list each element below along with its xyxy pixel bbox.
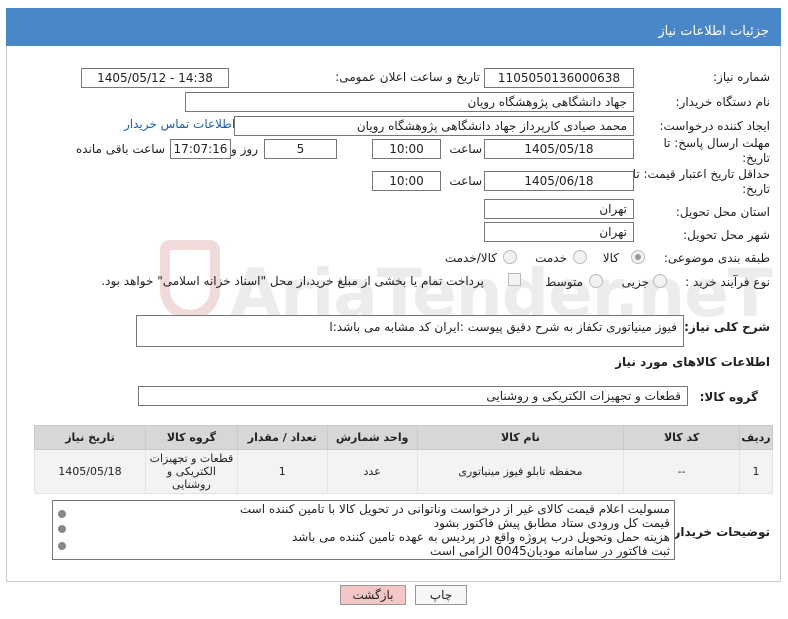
days-field: 5 xyxy=(264,139,337,159)
province-label: استان محل تحویل: xyxy=(675,205,770,219)
table-header-row: ردیف کد کالا نام کالا واحد شمارش تعداد /… xyxy=(34,425,773,450)
description-label: شرح کلی نیاز: xyxy=(684,320,770,334)
creator-field: محمد صیادی کارپرداز جهاد دانشگاهی پژوهشگ… xyxy=(234,116,634,136)
buyer-org-label: نام دستگاه خریدار: xyxy=(675,95,771,109)
goods-group-label: گروه کالا: xyxy=(699,390,758,404)
col-group: گروه کالا xyxy=(144,425,238,450)
announce-label: تاریخ و ساعت اعلان عمومی: xyxy=(335,70,480,84)
col-qty: تعداد / مقدار xyxy=(236,425,328,450)
col-name: نام کالا xyxy=(416,425,625,450)
process-option-medium: متوسط xyxy=(545,275,583,289)
creator-label: ایجاد کننده درخواست: xyxy=(659,119,770,133)
buyer-notes-textarea[interactable]: مسولیت اعلام قیمت کالای غیر از درخواست و… xyxy=(52,500,675,560)
col-unit: واحد شمارش xyxy=(326,425,418,450)
price-time-label: ساعت xyxy=(449,174,482,188)
need-number-label: شماره نیاز: xyxy=(713,70,770,84)
category-option-goods-service: کالا/خدمت xyxy=(444,251,497,265)
cell-qty: 1 xyxy=(236,449,328,494)
reply-time-field: 10:00 xyxy=(372,139,441,159)
page-header: جزئیات اطلاعات نیاز xyxy=(6,8,781,46)
price-time-field: 10:00 xyxy=(372,171,441,191)
back-button[interactable]: بازگشت xyxy=(340,585,406,605)
cell-unit: عدد xyxy=(326,449,418,494)
price-date-field: 1405/06/18 xyxy=(484,171,634,191)
cell-date: 1405/05/18 xyxy=(34,449,146,494)
process-radio-medium[interactable] xyxy=(589,274,603,288)
province-field: تهران xyxy=(484,199,634,219)
category-radio-service[interactable] xyxy=(573,250,587,264)
remaining-time-field: 17:07:16 xyxy=(170,139,231,159)
days-label: روز و xyxy=(231,142,258,156)
process-option-minor: جزیی xyxy=(621,275,649,289)
category-label: طبقه بندی موضوعی: xyxy=(663,251,770,265)
col-date: تاریخ نیاز xyxy=(34,425,146,450)
goods-group-field: قطعات و تجهیزات الکتریکی و روشنایی xyxy=(138,386,688,406)
description-textarea[interactable]: فیوز مینیاتوری تکفاز به شرح دقیق پیوست :… xyxy=(136,315,684,347)
cell-code: -- xyxy=(623,449,741,494)
treasury-payment-checkbox[interactable] xyxy=(508,273,521,286)
col-row: ردیف xyxy=(739,425,773,450)
goods-section-title: اطلاعات کالاهای مورد نیاز xyxy=(615,355,770,369)
process-radio-minor[interactable] xyxy=(653,274,667,288)
notes-scrollbar[interactable] xyxy=(56,502,68,557)
buyer-note-line: قیمت کل ورودی ستاد مطابق پیش فاکتور بشود xyxy=(433,516,670,530)
scroll-thumb-dot[interactable] xyxy=(58,525,66,533)
buyer-notes-label: توضیحات خریدار: xyxy=(668,525,770,539)
cell-group: قطعات و تجهیزات الکتریکی و روشنایی xyxy=(144,449,238,494)
buyer-org-field: جهاد دانشگاهی پژوهشگاه رویان xyxy=(185,92,634,112)
category-option-goods: کالا xyxy=(602,251,619,265)
announce-field: 1405/05/12 - 14:38 xyxy=(81,68,229,88)
treasury-payment-note: پرداخت تمام یا بخشی از مبلغ خرید،از محل … xyxy=(101,274,484,288)
scroll-up-dot[interactable] xyxy=(58,510,66,518)
category-radio-goods[interactable] xyxy=(631,250,645,264)
city-label: شهر محل تحویل: xyxy=(683,228,770,242)
buyer-note-line: ثبت فاکتور در سامانه مودیان0045 الزامی ا… xyxy=(430,544,670,558)
city-field: تهران xyxy=(484,222,634,242)
buyer-note-line: هزینه حمل وتحویل درب پروژه واقع در پردیس… xyxy=(291,530,670,544)
reply-time-label: ساعت xyxy=(449,142,482,156)
cell-name: محفظه تابلو فیوز مینیاتوری xyxy=(416,449,625,494)
reply-date-field: 1405/05/18 xyxy=(484,139,634,159)
cell-row: 1 xyxy=(739,449,773,494)
reply-deadline-label: مهلت ارسال پاسخ: تا تاریخ: xyxy=(663,136,770,165)
print-button[interactable]: چاپ xyxy=(415,585,467,605)
category-radio-goods-service[interactable] xyxy=(503,250,517,264)
contact-buyer-link[interactable]: اطلاعات تماس خریدار xyxy=(124,117,235,131)
col-code: کد کالا xyxy=(623,425,741,450)
table-row: 1 -- محفظه تابلو فیوز مینیاتوری عدد 1 قط… xyxy=(34,449,773,494)
goods-table: ردیف کد کالا نام کالا واحد شمارش تعداد /… xyxy=(34,425,773,494)
category-option-service: خدمت xyxy=(535,251,567,265)
scroll-down-dot[interactable] xyxy=(58,542,66,550)
buyer-note-line: مسولیت اعلام قیمت کالای غیر از درخواست و… xyxy=(239,502,670,516)
need-number-field: 1105050136000638 xyxy=(484,68,634,88)
page-title: جزئیات اطلاعات نیاز xyxy=(658,24,769,39)
process-label: نوع فرآیند خرید : xyxy=(685,275,770,289)
remaining-label: ساعت باقی مانده xyxy=(75,142,165,156)
price-validity-label: حداقل تاریخ اعتبار قیمت: تا تاریخ: xyxy=(632,167,770,196)
